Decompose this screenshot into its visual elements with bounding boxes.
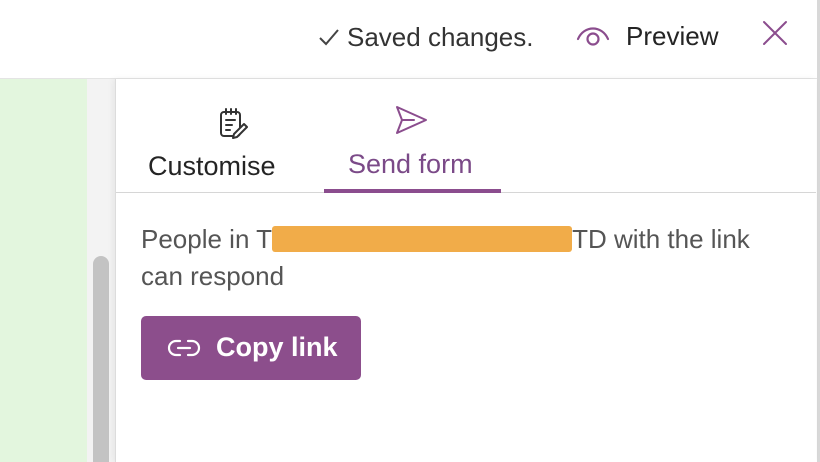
copy-link-button[interactable]: Copy link (141, 316, 361, 380)
checkmark-icon (319, 29, 339, 46)
copy-link-label: Copy link (216, 332, 338, 362)
panel-tabs: Customise Send form (116, 79, 816, 193)
preview-button[interactable]: Preview (576, 16, 718, 56)
link-icon (167, 339, 201, 357)
top-bar: Saved changes. Preview (0, 0, 820, 79)
close-icon[interactable] (760, 18, 790, 48)
tab-send-form[interactable]: Send form (324, 79, 501, 193)
active-tab-indicator (324, 189, 501, 193)
scrollbar-thumb[interactable] (93, 256, 109, 462)
tab-customise-label: Customise (148, 151, 276, 181)
sharing-description: People in T TD with the link can respond (141, 221, 781, 295)
redaction-mark (272, 226, 573, 252)
tab-customise[interactable]: Customise (136, 79, 286, 192)
save-status-text: Saved changes. (347, 21, 534, 52)
save-status: Saved changes. (317, 18, 533, 56)
edit-document-icon (220, 108, 248, 139)
send-form-panel: Customise Send form People in T TD with t… (115, 79, 816, 462)
tab-send-form-label: Send form (348, 149, 473, 179)
eye-icon (576, 27, 610, 46)
sharing-text-start: People in T (141, 224, 273, 254)
form-canvas-background (0, 79, 87, 462)
send-icon (396, 106, 427, 134)
preview-label: Preview (626, 20, 719, 51)
